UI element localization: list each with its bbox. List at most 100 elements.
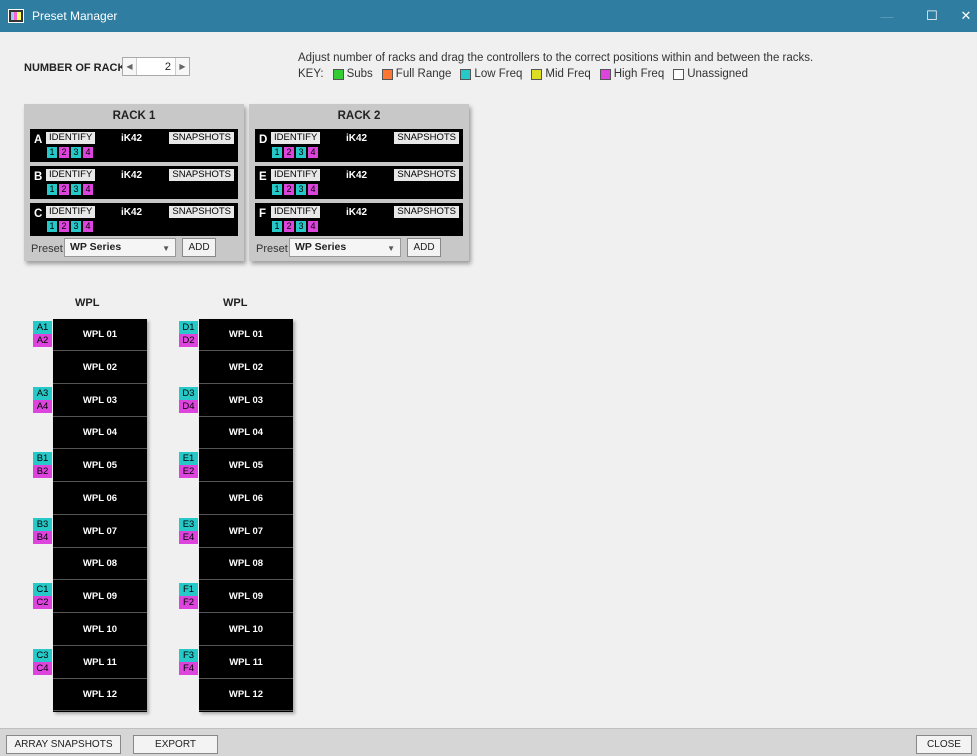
channel-chip[interactable]: 3 (296, 184, 306, 195)
export-preset-button[interactable]: EXPORT PRESET (133, 735, 218, 754)
channel-chip[interactable]: 1 (47, 221, 57, 232)
identify-button[interactable]: IDENTIFY (46, 206, 96, 218)
channel-chip[interactable]: 2 (59, 221, 69, 232)
channel-chip[interactable]: 1 (272, 221, 282, 232)
channel-chip[interactable]: 2 (284, 184, 294, 195)
speaker-row[interactable]: WPL 01 (199, 319, 293, 351)
decrement-button[interactable]: ◀ (123, 58, 137, 75)
controller-card[interactable]: B IDENTIFY iK42 SNAPSHOTS 1 2 3 4 (30, 166, 238, 199)
preset-select[interactable]: WP Series ▼ (64, 238, 176, 257)
channel-chip[interactable]: 4 (83, 184, 93, 195)
channel-chip[interactable]: 2 (284, 221, 294, 232)
add-preset-button[interactable]: ADD (182, 238, 216, 257)
speaker-row[interactable]: WPL 02 (53, 352, 147, 384)
channel-chip[interactable]: 1 (47, 147, 57, 158)
assignment-tag[interactable]: D1 (179, 321, 198, 334)
speaker-row[interactable]: WPL 03 (53, 385, 147, 417)
snapshots-button[interactable]: SNAPSHOTS (169, 206, 234, 218)
assignment-tag[interactable]: D3 (179, 386, 198, 400)
speaker-row[interactable]: WPL 03 (199, 385, 293, 417)
speaker-row[interactable]: WPL 10 (53, 614, 147, 646)
channel-chip[interactable]: 3 (71, 221, 81, 232)
identify-button[interactable]: IDENTIFY (271, 169, 321, 181)
close-window-button[interactable]: ✕ (948, 0, 977, 32)
channel-chip[interactable]: 1 (272, 147, 282, 158)
channel-chip[interactable]: 3 (296, 147, 306, 158)
assignment-tag[interactable]: A1 (33, 321, 52, 334)
speaker-row[interactable]: WPL 08 (53, 548, 147, 581)
speaker-row[interactable]: WPL 08 (199, 548, 293, 581)
speaker-row[interactable]: WPL 06 (199, 483, 293, 515)
channel-chip[interactable]: 2 (59, 147, 69, 158)
controller-card[interactable]: E IDENTIFY iK42 SNAPSHOTS 1 2 3 4 (255, 166, 463, 199)
assignment-tag[interactable]: A2 (33, 334, 52, 347)
speaker-row[interactable]: WPL 07 (53, 516, 147, 548)
assignment-tag[interactable]: A3 (33, 386, 52, 400)
identify-button[interactable]: IDENTIFY (271, 206, 321, 218)
speaker-row[interactable]: WPL 04 (199, 417, 293, 450)
assignment-tag[interactable]: B2 (33, 465, 52, 478)
speaker-row[interactable]: WPL 11 (53, 647, 147, 679)
speaker-row[interactable]: WPL 04 (53, 417, 147, 450)
assignment-tag[interactable]: C2 (33, 596, 52, 609)
assignment-tag[interactable]: E2 (179, 465, 198, 478)
close-button[interactable]: CLOSE (916, 735, 972, 754)
channel-chip[interactable]: 3 (296, 221, 306, 232)
speaker-row[interactable]: WPL 07 (199, 516, 293, 548)
assignment-tag[interactable]: C4 (33, 661, 52, 675)
minimize-button[interactable]: — (869, 0, 905, 32)
snapshots-button[interactable]: SNAPSHOTS (169, 132, 234, 144)
channel-chip[interactable]: 4 (83, 221, 93, 232)
assignment-tag[interactable]: D2 (179, 334, 198, 347)
speaker-row[interactable]: WPL 11 (199, 647, 293, 679)
controller-card[interactable]: A IDENTIFY iK42 SNAPSHOTS 1 2 3 4 (30, 129, 238, 162)
snapshots-button[interactable]: SNAPSHOTS (169, 169, 234, 181)
assignment-tag[interactable]: F3 (179, 648, 198, 662)
assignment-tag[interactable]: E4 (179, 530, 198, 544)
channel-chip[interactable]: 4 (308, 184, 318, 195)
assignment-tag[interactable]: C1 (33, 583, 52, 596)
snapshots-button[interactable]: SNAPSHOTS (394, 169, 459, 181)
speaker-row[interactable]: WPL 09 (53, 581, 147, 613)
controller-card[interactable]: C IDENTIFY iK42 SNAPSHOTS 1 2 3 4 (30, 203, 238, 236)
speaker-row[interactable]: WPL 12 (199, 679, 293, 712)
maximize-button[interactable]: ☐ (914, 0, 950, 32)
channel-chip[interactable]: 1 (47, 184, 57, 195)
assignment-tag[interactable]: C3 (33, 648, 52, 662)
identify-button[interactable]: IDENTIFY (46, 132, 96, 144)
assignment-tag[interactable]: E3 (179, 517, 198, 531)
channel-chip[interactable]: 4 (308, 221, 318, 232)
assignment-tag[interactable]: F2 (179, 596, 198, 609)
speaker-row[interactable]: WPL 12 (53, 679, 147, 712)
channel-chip[interactable]: 3 (71, 147, 81, 158)
controller-card[interactable]: D IDENTIFY iK42 SNAPSHOTS 1 2 3 4 (255, 129, 463, 162)
speaker-row[interactable]: WPL 09 (199, 581, 293, 613)
preset-select[interactable]: WP Series ▼ (289, 238, 401, 257)
identify-button[interactable]: IDENTIFY (46, 169, 96, 181)
channel-chip[interactable]: 4 (308, 147, 318, 158)
assignment-tag[interactable]: F4 (179, 661, 198, 675)
snapshots-button[interactable]: SNAPSHOTS (394, 206, 459, 218)
racks-stepper[interactable]: ◀ 2 ▶ (122, 57, 190, 76)
channel-chip[interactable]: 3 (71, 184, 81, 195)
controller-card[interactable]: F IDENTIFY iK42 SNAPSHOTS 1 2 3 4 (255, 203, 463, 236)
speaker-row[interactable]: WPL 05 (53, 450, 147, 482)
speaker-row[interactable]: WPL 02 (199, 352, 293, 384)
assignment-tag[interactable]: B1 (33, 452, 52, 465)
assignment-tag[interactable]: A4 (33, 399, 52, 413)
channel-chip[interactable]: 2 (284, 147, 294, 158)
channel-chip[interactable]: 1 (272, 184, 282, 195)
speaker-row[interactable]: WPL 06 (53, 483, 147, 515)
speaker-row[interactable]: WPL 10 (199, 614, 293, 646)
racks-value[interactable]: 2 (137, 61, 175, 73)
add-preset-button[interactable]: ADD (407, 238, 441, 257)
assignment-tag[interactable]: B3 (33, 517, 52, 531)
increment-button[interactable]: ▶ (175, 58, 189, 75)
assignment-tag[interactable]: E1 (179, 452, 198, 465)
assignment-tag[interactable]: D4 (179, 399, 198, 413)
assignment-tag[interactable]: B4 (33, 530, 52, 544)
speaker-row[interactable]: WPL 01 (53, 319, 147, 351)
channel-chip[interactable]: 2 (59, 184, 69, 195)
identify-button[interactable]: IDENTIFY (271, 132, 321, 144)
snapshots-button[interactable]: SNAPSHOTS (394, 132, 459, 144)
